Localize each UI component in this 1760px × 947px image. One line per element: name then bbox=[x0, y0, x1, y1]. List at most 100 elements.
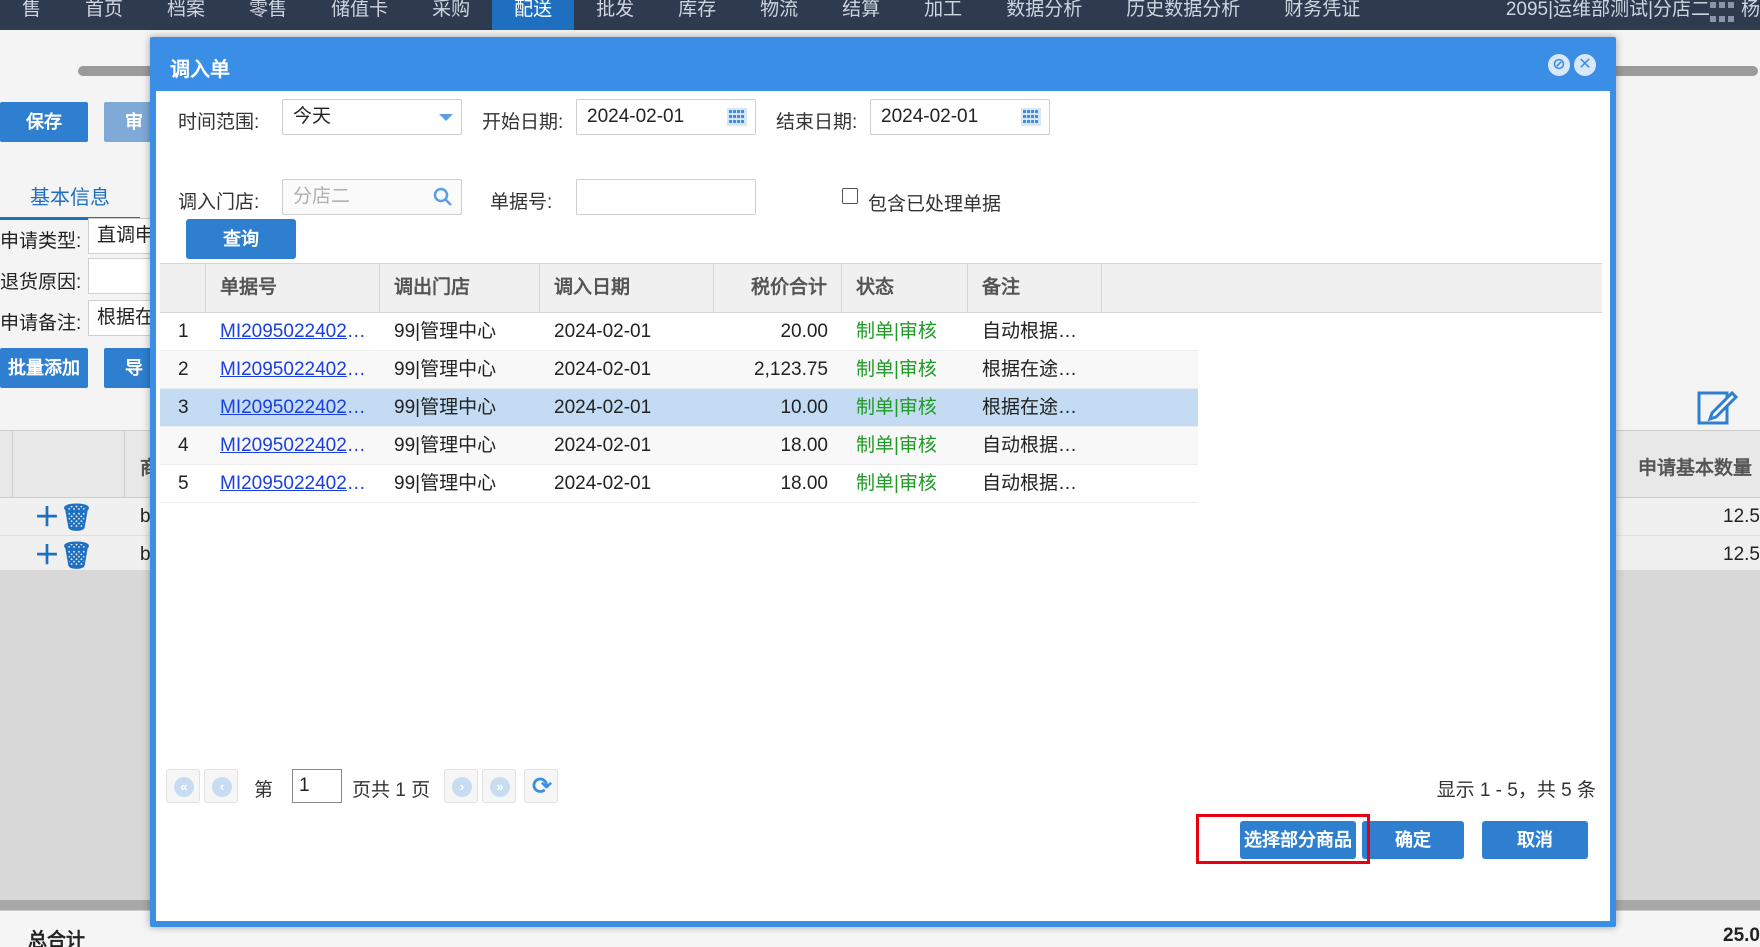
start-date-field[interactable]: 2024-02-01 bbox=[576, 99, 756, 135]
tax-total-cell: 18.00 bbox=[780, 435, 828, 456]
column-note[interactable]: 备注 bbox=[968, 264, 1102, 314]
nav-item-purchase[interactable]: 采购 bbox=[410, 0, 492, 30]
last-page-button[interactable]: » bbox=[482, 769, 516, 803]
end-date-label: 结束日期: bbox=[776, 112, 858, 133]
transfer-in-dialog: 调入单 ⊘ ✕ 时间范围: 今天 开始日期: 2024-02-01 结束日期: … bbox=[150, 37, 1616, 927]
first-page-button[interactable]: « bbox=[166, 769, 200, 803]
cancel-button[interactable]: 取消 bbox=[1482, 821, 1588, 859]
include-processed-checkbox[interactable] bbox=[842, 188, 858, 204]
maximize-icon[interactable]: ⊘ bbox=[1548, 54, 1570, 76]
apps-grid-icon[interactable] bbox=[1710, 2, 1738, 26]
nav-item-distribution[interactable]: 配送 bbox=[492, 0, 575, 30]
save-button[interactable]: 保存 bbox=[0, 102, 88, 142]
nav-item-wholesale[interactable]: 批发 bbox=[574, 0, 656, 30]
batch-add-button[interactable]: 批量添加 bbox=[0, 348, 88, 388]
pager-info: 显示 1 - 5，共 5 条 bbox=[1436, 780, 1596, 801]
page-number-input[interactable]: 1 bbox=[292, 769, 342, 803]
return-reason-field[interactable] bbox=[88, 258, 158, 294]
dialog-header[interactable]: 调入单 ⊘ ✕ bbox=[152, 39, 1614, 89]
doc-no-link[interactable]: MI20950224020… bbox=[220, 389, 370, 427]
chevron-left-icon: ‹ bbox=[212, 777, 232, 797]
doc-no-input[interactable] bbox=[576, 179, 756, 215]
tab-basic-info[interactable]: 基本信息 bbox=[0, 180, 140, 220]
column-rownum bbox=[160, 264, 206, 314]
total-label: 总合计 bbox=[28, 930, 86, 947]
total-value: 25.0 bbox=[1723, 925, 1760, 946]
column-apply-qty: 申请基本数量 bbox=[1638, 458, 1753, 479]
refresh-button[interactable]: ⟳ bbox=[524, 769, 558, 803]
column-in-date[interactable]: 调入日期 bbox=[540, 264, 714, 314]
query-button[interactable]: 查询 bbox=[186, 219, 296, 259]
row-goods-cell: b bbox=[140, 506, 151, 527]
out-store-cell: 99|管理中心 bbox=[394, 435, 497, 456]
next-page-button[interactable]: › bbox=[444, 769, 478, 803]
search-icon[interactable] bbox=[433, 187, 453, 207]
table-row[interactable]: 5 MI20950224020… 99|管理中心 2024-02-01 18.0… bbox=[160, 465, 1198, 503]
confirm-button[interactable]: 确定 bbox=[1362, 821, 1464, 859]
column-tax-total[interactable]: 税价合计 bbox=[714, 264, 842, 314]
include-processed-label[interactable]: 包含已处理单据 bbox=[868, 189, 1001, 216]
nav-item-processing[interactable]: 加工 bbox=[902, 0, 984, 30]
table-row[interactable]: 1 MI20950224020… 99|管理中心 2024-02-01 20.0… bbox=[160, 313, 1198, 351]
doc-no-link[interactable]: MI20950224020… bbox=[220, 351, 370, 389]
refresh-icon: ⟳ bbox=[532, 773, 553, 800]
nav-item-history-analysis[interactable]: 历史数据分析 bbox=[1104, 0, 1262, 30]
calendar-icon[interactable] bbox=[1021, 108, 1041, 126]
nav-item-logistics[interactable]: 物流 bbox=[738, 0, 820, 30]
nav-item-sales[interactable]: 售 bbox=[0, 0, 63, 30]
edit-icon[interactable] bbox=[1696, 385, 1738, 427]
end-date-field[interactable]: 2024-02-01 bbox=[870, 99, 1050, 135]
user-name[interactable]: 杨 bbox=[1741, 0, 1760, 20]
apply-type-field[interactable]: 直调申 bbox=[88, 218, 158, 254]
tax-total-cell: 2,123.75 bbox=[754, 359, 828, 380]
row-number: 1 bbox=[178, 321, 189, 342]
tax-total-cell: 10.00 bbox=[780, 397, 828, 418]
out-store-cell: 99|管理中心 bbox=[394, 397, 497, 418]
time-range-select[interactable]: 今天 bbox=[282, 99, 462, 135]
nav-item-archive[interactable]: 档案 bbox=[145, 0, 227, 30]
nav-item-data-analysis[interactable]: 数据分析 bbox=[984, 0, 1104, 30]
in-date-cell: 2024-02-01 bbox=[554, 359, 652, 380]
column-status[interactable]: 状态 bbox=[842, 264, 968, 314]
out-store-cell: 99|管理中心 bbox=[394, 321, 497, 342]
in-date-cell: 2024-02-01 bbox=[554, 435, 652, 456]
store-field[interactable]: 分店二 bbox=[282, 179, 462, 215]
highlight-annotation-box bbox=[1196, 814, 1370, 864]
end-date-value: 2024-02-01 bbox=[881, 106, 979, 127]
time-range-label: 时间范围: bbox=[178, 112, 260, 133]
nav-item-settlement[interactable]: 结算 bbox=[820, 0, 902, 30]
note-cell: 自动根据中… bbox=[982, 435, 1094, 456]
store-value: 分店二 bbox=[293, 186, 351, 207]
table-row-selected[interactable]: 3 MI20950224020… 99|管理中心 2024-02-01 10.0… bbox=[160, 389, 1198, 427]
add-row-icon[interactable]: ＋🗑 bbox=[34, 504, 93, 530]
column-doc-no[interactable]: 单据号 bbox=[206, 264, 380, 314]
table-row[interactable]: 4 MI20950224020… 99|管理中心 2024-02-01 18.0… bbox=[160, 427, 1198, 465]
note-cell: 自动根据中… bbox=[982, 321, 1094, 342]
row-number: 3 bbox=[178, 397, 189, 418]
column-out-store[interactable]: 调出门店 bbox=[380, 264, 540, 314]
doc-no-link[interactable]: MI20950224020… bbox=[220, 313, 370, 351]
note-cell: 根据在途商… bbox=[982, 397, 1094, 418]
apply-note-field[interactable]: 根据在 bbox=[88, 300, 158, 336]
doc-no-link[interactable]: MI20950224020… bbox=[220, 465, 370, 503]
nav-item-home[interactable]: 首页 bbox=[63, 0, 145, 30]
table-row[interactable]: 2 MI20950224020… 99|管理中心 2024-02-01 2,12… bbox=[160, 351, 1198, 389]
nav-item-finance-voucher[interactable]: 财务凭证 bbox=[1262, 0, 1382, 30]
chevron-down-icon[interactable] bbox=[439, 114, 453, 121]
calendar-icon[interactable] bbox=[727, 108, 747, 126]
nav-item-retail[interactable]: 零售 bbox=[227, 0, 309, 30]
close-icon[interactable]: ✕ bbox=[1574, 54, 1596, 76]
apply-type-label: 申请类型: bbox=[0, 231, 82, 252]
nav-item-inventory[interactable]: 库存 bbox=[656, 0, 738, 30]
doc-no-link[interactable]: MI20950224020… bbox=[220, 427, 370, 465]
nav-item-stored-card[interactable]: 储值卡 bbox=[309, 0, 410, 30]
add-row-icon[interactable]: ＋🗑 bbox=[34, 542, 93, 568]
double-chevron-right-icon: » bbox=[490, 777, 510, 797]
tax-total-cell: 20.00 bbox=[780, 321, 828, 342]
doc-no-label: 单据号: bbox=[490, 192, 553, 213]
prev-page-button[interactable]: ‹ bbox=[204, 769, 238, 803]
out-store-cell: 99|管理中心 bbox=[394, 359, 497, 380]
in-date-cell: 2024-02-01 bbox=[554, 473, 652, 494]
dialog-body: 时间范围: 今天 开始日期: 2024-02-01 结束日期: 2024-02-… bbox=[156, 91, 1610, 921]
in-date-cell: 2024-02-01 bbox=[554, 321, 652, 342]
